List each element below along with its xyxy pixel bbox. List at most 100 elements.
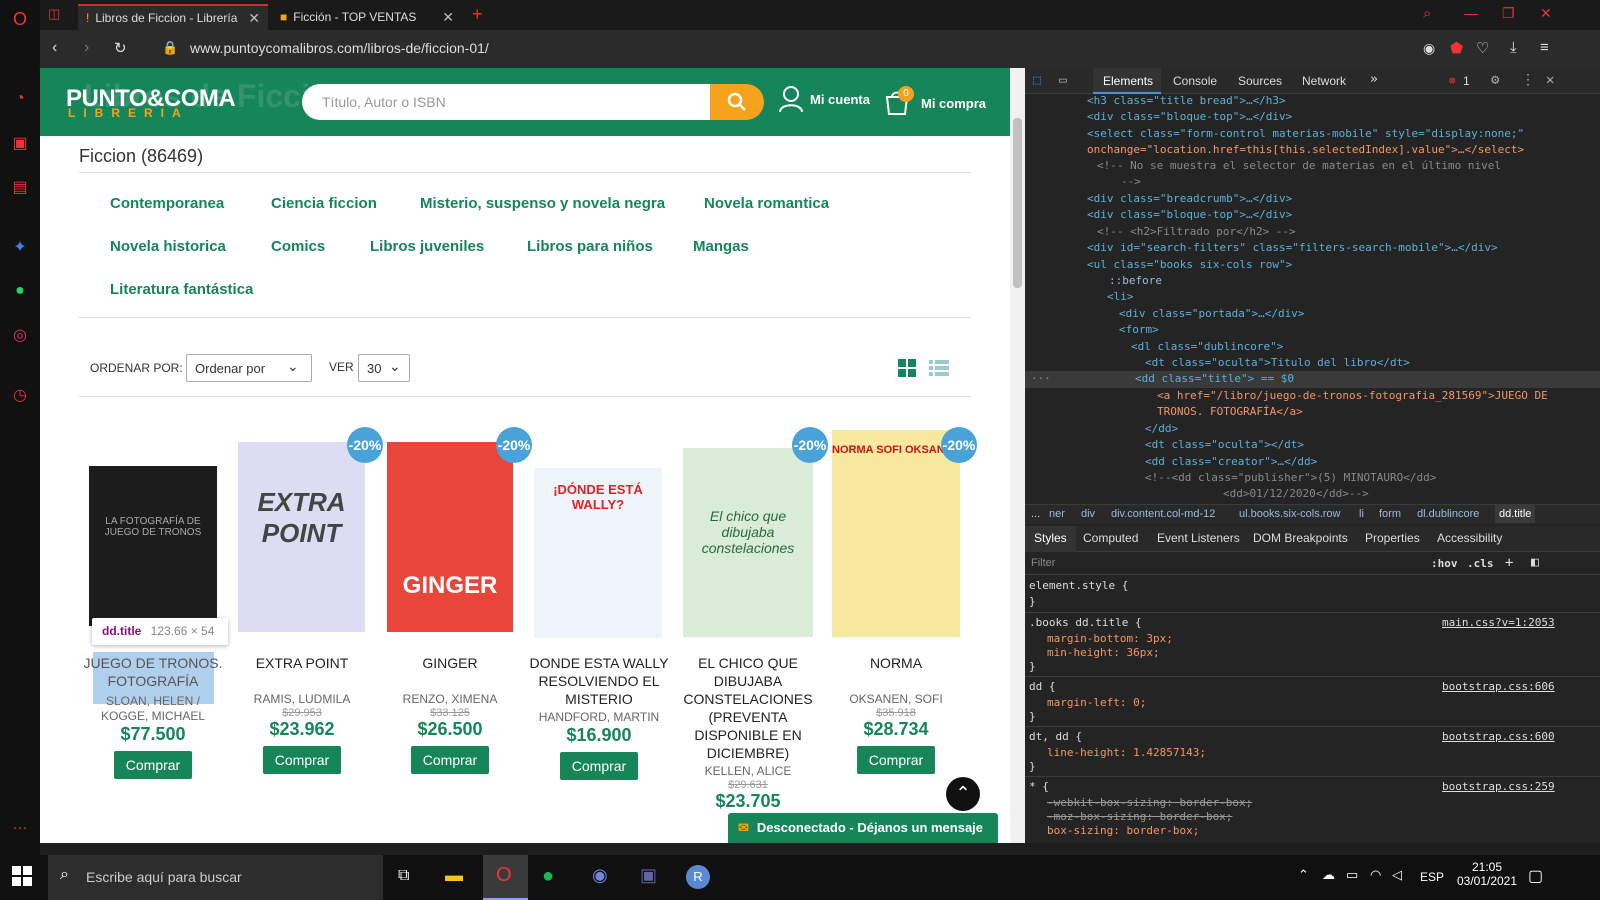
dom-line[interactable]: <!-- No se muestra el selector de materi… xyxy=(1097,158,1501,174)
taskbar-search-input[interactable]: Escribe aquí para buscar xyxy=(86,869,242,885)
buy-button[interactable]: Comprar xyxy=(410,746,490,774)
crumb[interactable]: div xyxy=(1081,508,1095,520)
dom-line[interactable]: <h3 class="title bread">…</h3> xyxy=(1087,93,1286,109)
hov-toggle[interactable]: :hov xyxy=(1431,557,1458,570)
subtab-dom-breakpoints[interactable]: DOM Breakpoints xyxy=(1253,531,1348,545)
book-author[interactable]: RENZO, XIMENA xyxy=(380,692,520,707)
view-select[interactable]: 30 ⌄ xyxy=(358,354,410,382)
crumb[interactable]: form xyxy=(1379,508,1401,520)
bag-icon[interactable]: ▣ xyxy=(9,132,31,154)
book-cover[interactable]: ¡DÓNDE ESTÁ WALLY? xyxy=(534,468,662,638)
search-input[interactable]: Título, Autor o ISBN xyxy=(322,94,446,110)
book-author[interactable]: HANDFORD, MARTIN xyxy=(529,710,669,725)
css-selector[interactable]: dd { xyxy=(1029,679,1056,695)
category-link[interactable]: Libros para niños xyxy=(527,238,653,255)
reload-icon[interactable]: ↻ xyxy=(114,39,127,57)
book-title[interactable]: NORMA xyxy=(826,654,966,672)
book-title[interactable]: JUEGO DE TRONOS. FOTOGRAFÍA xyxy=(83,654,223,690)
tab-sources[interactable]: Sources xyxy=(1238,74,1282,88)
buy-button[interactable]: Comprar xyxy=(559,752,639,780)
restore-icon[interactable]: ❐ xyxy=(1502,5,1515,22)
crumb[interactable]: li xyxy=(1359,508,1364,520)
css-prop[interactable]: margin-left: 0; xyxy=(1047,695,1146,711)
back-icon[interactable]: ‹ xyxy=(52,39,57,57)
add-rule-icon[interactable]: + xyxy=(1505,555,1513,571)
tab-console[interactable]: Console xyxy=(1173,74,1217,88)
discord-icon[interactable]: ◉ xyxy=(592,865,608,886)
dom-line[interactable]: <div class="bloque-top">…</div> xyxy=(1087,207,1292,223)
crumb[interactable]: div.content.col-md-12 xyxy=(1111,508,1215,520)
dom-line-selected[interactable]: <dd class="title"> == $0 xyxy=(1135,371,1294,387)
search-box[interactable]: Título, Autor o ISBN xyxy=(302,84,762,120)
more-tabs-icon[interactable]: » xyxy=(1370,72,1378,87)
crumb[interactable]: dd.title xyxy=(1495,505,1536,523)
account-link[interactable]: Mi cuenta xyxy=(810,92,870,107)
notifications-icon[interactable]: ▢ xyxy=(1528,866,1543,886)
dom-line[interactable]: <div class="breadcrumb">…</div> xyxy=(1087,191,1292,207)
tab-ficcion-top[interactable]: ■ Ficción - TOP VENTAS ✕ xyxy=(272,4,462,30)
css-source-link[interactable]: main.css?v=1:2053 xyxy=(1442,615,1555,631)
camera-icon[interactable]: ◉ xyxy=(1423,40,1435,57)
crumb[interactable]: ul.books.six-cols.row xyxy=(1239,508,1340,520)
dom-line[interactable]: <form> xyxy=(1119,322,1159,338)
tab-elements[interactable]: Elements xyxy=(1103,74,1153,88)
css-prop[interactable]: line-height: 1.42857143; xyxy=(1047,745,1206,761)
category-link[interactable]: Libros juveniles xyxy=(370,238,484,255)
taskbar-search[interactable]: ⌕ Escribe aquí para buscar xyxy=(48,855,383,900)
cart-link[interactable]: Mi compra xyxy=(921,96,986,111)
css-prop[interactable]: min-height: 36px; xyxy=(1047,645,1160,661)
dom-line[interactable]: <dl class="dublincore"> xyxy=(1131,339,1283,355)
teams-icon[interactable]: ▣ xyxy=(640,865,657,886)
heart-icon[interactable]: ♡ xyxy=(1476,39,1489,57)
error-icon[interactable]: ⊗ xyxy=(1449,74,1456,87)
category-link[interactable]: Novela historica xyxy=(110,238,226,255)
book-title[interactable]: DONDE ESTA WALLY RESOLVIENDO EL MISTERIO xyxy=(529,654,669,708)
spotify-icon[interactable]: ● xyxy=(542,865,554,888)
toggle-sidebar-icon[interactable]: ◧ xyxy=(1531,555,1539,570)
buy-button[interactable]: Comprar xyxy=(113,751,193,779)
page-scrollbar[interactable] xyxy=(1010,68,1025,843)
sort-select[interactable]: Ordenar por ⌄ xyxy=(186,354,312,382)
crumb[interactable]: ... xyxy=(1031,508,1040,520)
history-icon[interactable]: ◷ xyxy=(9,384,31,406)
subtab-listeners[interactable]: Event Listeners xyxy=(1157,531,1240,545)
dom-line[interactable]: <li> xyxy=(1107,289,1134,305)
shield-icon[interactable]: ⬟ xyxy=(1450,39,1463,57)
cloud-icon[interactable]: ☁ xyxy=(1322,867,1335,883)
dom-line[interactable]: <a href="/libro/juego-de-tronos-fotograf… xyxy=(1157,388,1548,404)
buy-button[interactable]: Comprar xyxy=(262,746,342,774)
book-cover[interactable]: El chico que dibujaba constelaciones xyxy=(683,448,813,637)
speed-dial-icon[interactable]: ◔ xyxy=(9,88,31,110)
cls-toggle[interactable]: .cls xyxy=(1467,557,1494,570)
list-view-icon[interactable] xyxy=(929,359,949,377)
close-icon[interactable]: ✕ xyxy=(248,10,260,27)
chat-widget[interactable]: ✉ Desconectado - Déjanos un mensaje xyxy=(728,813,998,843)
dom-line[interactable]: <ul class="books six-cols row"> xyxy=(1087,257,1292,273)
download-icon[interactable]: ⤓ xyxy=(1510,39,1517,56)
dom-line[interactable]: <div class="bloque-top">…</div> xyxy=(1087,109,1292,125)
css-selector[interactable]: .books dd.title { xyxy=(1029,615,1142,631)
tray-chevron-icon[interactable]: ⌃ xyxy=(1298,867,1309,883)
grid-view-icon[interactable] xyxy=(898,359,916,377)
category-link[interactable]: Literatura fantástica xyxy=(110,281,253,298)
tab-gamepad-icon[interactable]: ◫ xyxy=(48,6,60,22)
book-author[interactable]: RAMIS, LUDMILA xyxy=(232,692,372,707)
subtab-properties[interactable]: Properties xyxy=(1365,531,1420,545)
book-cover[interactable]: LA FOTOGRAFÍA DE JUEGO DE TRONOS xyxy=(89,466,217,626)
device-icon[interactable]: ▭ xyxy=(1059,73,1067,88)
subtab-computed[interactable]: Computed xyxy=(1083,531,1138,545)
book-title[interactable]: GINGER xyxy=(380,654,520,672)
category-link[interactable]: Misterio, suspenso y novela negra xyxy=(420,195,665,212)
book-cover[interactable]: NORMA SOFI OKSANEN xyxy=(832,430,960,637)
dom-line[interactable]: <div id="search-filters" class="filters-… xyxy=(1087,240,1498,256)
more-icon[interactable]: … xyxy=(9,814,31,836)
url-field[interactable]: www.puntoycomalibros.com/libros-de/ficci… xyxy=(190,40,489,56)
close-icon[interactable]: ✕ xyxy=(442,9,454,26)
dom-line[interactable]: <!--<dd class="publisher">(5) MINOTAURO<… xyxy=(1145,470,1436,486)
twitch-icon[interactable]: ▤ xyxy=(9,176,31,198)
book-cover[interactable]: EXTRA POINT xyxy=(238,442,365,632)
dom-line[interactable]: <dt class="oculta"></dt> xyxy=(1145,437,1304,453)
subtab-accessibility[interactable]: Accessibility xyxy=(1437,531,1502,545)
search-tabs-icon[interactable]: ⌕ xyxy=(1423,5,1431,22)
dom-line[interactable]: ::before xyxy=(1109,273,1162,289)
